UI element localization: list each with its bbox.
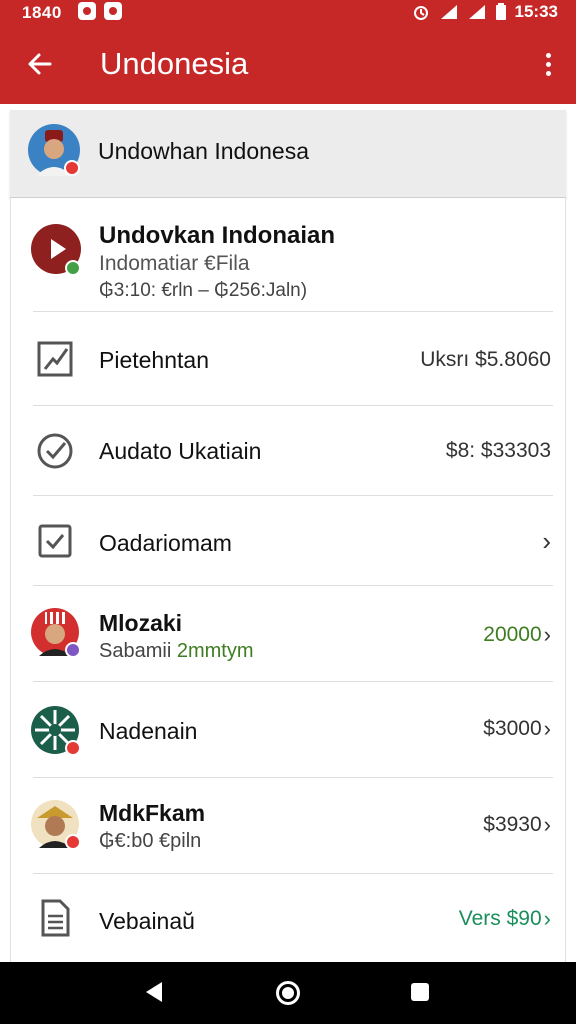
person-value: $3930 › bbox=[483, 812, 551, 837]
avatar bbox=[31, 608, 81, 658]
featured-subtitle: Indomatiar €Fila bbox=[99, 252, 250, 275]
status-bar: 1840 15:33 bbox=[0, 0, 576, 26]
featured-title: Undovkan Indonaian bbox=[99, 222, 336, 249]
menu-row-label: Pietehntan bbox=[99, 347, 209, 373]
list-item[interactable]: Mlozaki Sabamii 2mmtym 20000 › bbox=[11, 586, 567, 682]
person-subtitle: ₲€:b0 €piln bbox=[99, 830, 202, 852]
verified-badge bbox=[65, 260, 81, 276]
status-badge bbox=[64, 160, 80, 176]
chevron-right-icon: › bbox=[543, 622, 551, 647]
menu-row-value: Vers $90 › bbox=[458, 906, 551, 931]
app-bar: 1840 15:33 Undonesia bbox=[0, 0, 576, 104]
battery-icon bbox=[495, 3, 506, 20]
notification-icons bbox=[78, 2, 122, 20]
status-badge bbox=[65, 834, 81, 850]
person-name: Nadenain bbox=[99, 718, 198, 744]
play-icon bbox=[31, 224, 81, 276]
nav-back-icon[interactable] bbox=[146, 982, 162, 1002]
person-value: $3000 › bbox=[483, 716, 551, 741]
document-icon bbox=[41, 899, 70, 937]
status-right: 15:33 bbox=[411, 2, 558, 22]
chevron-right-icon: › bbox=[543, 906, 551, 931]
arrow-left-icon bbox=[28, 53, 52, 75]
person-name: Mlozaki bbox=[99, 610, 183, 636]
back-button[interactable] bbox=[20, 44, 60, 84]
content-list: Undovkan Indonaian Indomatiar €Fila ₲3:1… bbox=[10, 198, 566, 962]
menu-row-label: Vebainaŭ bbox=[99, 908, 195, 934]
menu-row-documents[interactable]: Vebainaŭ Vers $90 › bbox=[11, 874, 567, 962]
person-name: MdkFkam bbox=[99, 800, 206, 826]
status-badge bbox=[65, 642, 81, 658]
menu-row-details[interactable]: Oadariomam › bbox=[11, 496, 567, 586]
chevron-right-icon: › bbox=[542, 526, 551, 556]
more-options-button[interactable] bbox=[536, 44, 560, 84]
menu-row-audit[interactable]: Audato Ukatiain $8: $33303 bbox=[11, 406, 567, 496]
menu-row-label: Oadariomam bbox=[99, 530, 232, 556]
chart-icon bbox=[37, 341, 73, 377]
menu-row-value: Uksrı $5.8060 bbox=[420, 348, 551, 371]
avatar bbox=[31, 800, 81, 850]
featured-item[interactable]: Undovkan Indonaian Indomatiar €Fila ₲3:1… bbox=[11, 198, 567, 312]
nav-home-icon[interactable] bbox=[276, 981, 300, 1005]
notification-icon bbox=[104, 2, 122, 20]
list-item[interactable]: Nadenain $3000 › bbox=[11, 682, 567, 778]
list-item[interactable]: MdkFkam ₲€:b0 €piln $3930 › bbox=[11, 778, 567, 874]
page-title: Undonesia bbox=[100, 46, 249, 81]
system-nav-bar bbox=[0, 962, 576, 1024]
toolbar: Undonesia bbox=[0, 30, 576, 100]
status-badge bbox=[65, 740, 81, 756]
alarm-icon bbox=[413, 6, 428, 20]
more-vert-icon bbox=[545, 52, 551, 58]
avatar bbox=[31, 706, 81, 756]
status-time-right: 15:33 bbox=[514, 2, 558, 21]
menu-row-statistics[interactable]: Pietehntan Uksrı $5.8060 bbox=[11, 312, 567, 406]
person-subtitle: Sabamii 2mmtym bbox=[99, 640, 254, 662]
person-value: 20000 › bbox=[483, 622, 551, 647]
avatar bbox=[28, 124, 80, 176]
chevron-right-icon: › bbox=[543, 812, 551, 837]
checkbox-icon bbox=[38, 524, 72, 558]
wifi-icon bbox=[440, 5, 457, 19]
account-name: Undowhan Indonesa bbox=[98, 138, 309, 164]
status-time-left: 1840 bbox=[22, 3, 62, 22]
nav-recents-icon[interactable] bbox=[411, 983, 429, 1001]
account-header[interactable]: Undowhan Indonesa bbox=[10, 110, 566, 198]
notification-icon bbox=[78, 2, 96, 20]
featured-detail: ₲3:10: €rln – ₲256:Jaln) bbox=[99, 280, 308, 301]
check-circle-icon bbox=[37, 433, 73, 469]
signal-icon bbox=[468, 5, 485, 19]
menu-row-label: Audato Ukatiain bbox=[99, 438, 262, 464]
menu-row-value: $8: $33303 bbox=[445, 439, 551, 462]
chevron-right-icon: › bbox=[543, 716, 551, 741]
